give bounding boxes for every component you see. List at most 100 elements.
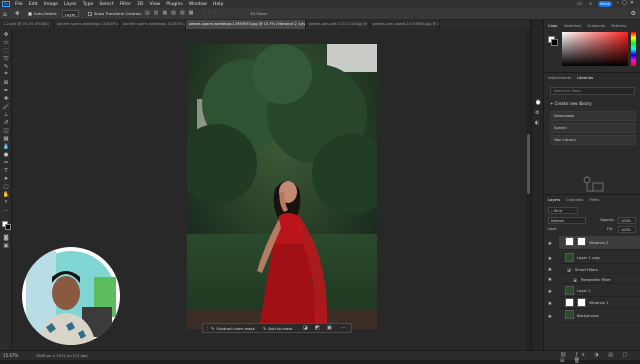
- blend-mode-dropdown[interactable]: Normal: [548, 217, 586, 224]
- eyedropper-tool-icon[interactable]: ✒: [2, 87, 10, 94]
- adjustments-panel-icon[interactable]: ◐: [535, 120, 539, 126]
- document-tab[interactable]: 1-2.psd @ 26.2% (RGB/8): [0, 20, 54, 29]
- lasso-tool-icon[interactable]: ➰: [2, 55, 10, 62]
- clone-stamp-tool-icon[interactable]: ⊥: [2, 111, 10, 118]
- add-to-mask-button[interactable]: ✎ Add to mask: [263, 325, 293, 332]
- document-tab[interactable]: pexels-sparrs-weddings-17654974.jpg @ 15…: [186, 20, 306, 29]
- visibility-eye-icon[interactable]: ◉: [548, 313, 552, 318]
- panel-tab-gradients[interactable]: Gradients: [584, 23, 608, 29]
- subtract-from-mask-button[interactable]: ✎ Subtract from mask: [211, 325, 255, 332]
- library-search-field[interactable]: Search in Stock: [550, 87, 635, 95]
- artboard-tool-icon[interactable]: ▭: [2, 39, 10, 46]
- document-tab[interactable]: paneth sparrs weddings 1135491.jpg @ 12.…: [54, 20, 120, 29]
- document-tab[interactable]: pexels-ajay-pdf-11211318.jpg @ 16.6% (RG…: [306, 20, 370, 29]
- library-item[interactable]: Downloads: [550, 111, 636, 121]
- more-options-button[interactable]: ...: [341, 324, 346, 330]
- layer-row[interactable]: ◉ Layer 1 copy: [548, 252, 640, 264]
- layer-row[interactable]: ◉ Layer 1: [548, 285, 640, 297]
- menu-type[interactable]: Type: [80, 2, 97, 7]
- layer-row[interactable]: ◉ ◪ Smart Filters: [548, 265, 640, 274]
- brush-tool-icon[interactable]: 🖌: [2, 103, 10, 110]
- create-library-button[interactable]: + Create new library: [550, 101, 592, 106]
- type-tool-icon[interactable]: T: [2, 167, 10, 174]
- drag-handle-icon[interactable]: ⋮: [205, 325, 210, 331]
- more-tools-icon[interactable]: ···: [2, 207, 10, 214]
- hand-tool-icon[interactable]: ✋: [2, 191, 10, 198]
- blur-tool-icon[interactable]: 💧: [2, 143, 10, 150]
- layer-row[interactable]: ◉ ◪ Parametric Filter: [548, 275, 640, 284]
- panel-tab-adjustments[interactable]: Adjustments: [545, 75, 574, 81]
- visibility-eye-icon[interactable]: ◉: [548, 267, 552, 272]
- fill-mask-icon[interactable]: ▣: [327, 325, 332, 331]
- transform-checkbox[interactable]: [88, 12, 92, 16]
- menu-3d[interactable]: 3D: [134, 2, 146, 7]
- auto-select-target-dropdown[interactable]: Layer: [62, 10, 79, 17]
- opacity-field[interactable]: 100%: [618, 217, 636, 224]
- visibility-eye-icon[interactable]: ◉: [548, 255, 552, 260]
- document-tab[interactable]: paneth sparrs weddings 1135491.jpg @ 12.…: [120, 20, 186, 29]
- quick-select-tool-icon[interactable]: ✎: [2, 63, 10, 70]
- frame-tool-icon[interactable]: ⊠: [2, 79, 10, 86]
- panel-tab-channels[interactable]: Channels: [563, 197, 586, 203]
- menu-view[interactable]: View: [146, 2, 163, 7]
- menu-window[interactable]: Window: [186, 2, 210, 7]
- search-icon[interactable]: ⌕: [589, 1, 592, 7]
- window-controls[interactable]: –▢✕: [617, 0, 637, 6]
- rectangle-tool-icon[interactable]: ▢: [2, 183, 10, 190]
- color-field[interactable]: [562, 32, 628, 66]
- move-tool-icon[interactable]: ✥: [2, 31, 10, 38]
- menu-layer[interactable]: Layer: [61, 2, 80, 7]
- settings-icon[interactable]: ⚙: [631, 10, 636, 17]
- menu-plugins[interactable]: Plugins: [163, 2, 185, 7]
- layer-mask-thumbnail[interactable]: [577, 237, 586, 246]
- screen-mode-icon[interactable]: ▣: [2, 242, 10, 249]
- panel-tab-color[interactable]: Color: [545, 23, 561, 29]
- panel-tab-layers[interactable]: Layers: [545, 197, 563, 203]
- invert-mask-icon[interactable]: ◩: [315, 325, 320, 331]
- layer-footer-icons[interactable]: ⛓ ƒx ◑ ▤ ▢ ⊞ 🗑: [560, 352, 640, 364]
- kind-filter-dropdown[interactable]: ⌕ Kind: [548, 207, 578, 214]
- scroll-thumb[interactable]: [527, 134, 530, 194]
- fill-field[interactable]: 100%: [618, 226, 636, 233]
- share-button[interactable]: Share: [598, 1, 612, 7]
- visibility-eye-icon[interactable]: ◉: [548, 240, 552, 245]
- panel-tab-swatches[interactable]: Swatches: [561, 23, 585, 29]
- color-bg-swatch[interactable]: [551, 39, 558, 46]
- layer-row[interactable]: ◉ Background: [548, 309, 640, 323]
- menu-filter[interactable]: Filter: [117, 2, 134, 7]
- workspace-icon[interactable]: ▭: [577, 1, 582, 7]
- library-item[interactable]: Sparsh: [550, 123, 636, 133]
- pen-tool-icon[interactable]: ✑: [2, 159, 10, 166]
- library-item[interactable]: Your Library: [550, 135, 636, 145]
- document-tab[interactable]: pexels-sam-xawal-14158958.jpg @ 16.5% (R…: [370, 20, 440, 29]
- document-image[interactable]: [187, 44, 377, 329]
- healing-brush-tool-icon[interactable]: ✚: [2, 95, 10, 102]
- layer-mask-thumbnail[interactable]: [577, 298, 586, 307]
- move-tool-icon[interactable]: ✥: [15, 11, 20, 17]
- visibility-eye-icon[interactable]: ◉: [548, 277, 552, 282]
- gradient-tool-icon[interactable]: ▦: [2, 135, 10, 142]
- menu-file[interactable]: File: [12, 2, 26, 7]
- crop-tool-icon[interactable]: ⌗: [2, 71, 10, 78]
- background-color-swatch[interactable]: [5, 224, 11, 230]
- marquee-tool-icon[interactable]: ⬚: [2, 47, 10, 54]
- document-info[interactable]: 3648 px x 5472 px (72 ppi): [36, 353, 88, 358]
- home-icon[interactable]: ⌂: [3, 11, 7, 18]
- history-panel-icon[interactable]: ⌚: [535, 100, 541, 106]
- align-buttons[interactable]: ▤▥▦▧▨▩ ···: [145, 10, 220, 16]
- dodge-tool-icon[interactable]: ●: [2, 151, 10, 158]
- panel-tab-paths[interactable]: Paths: [586, 197, 602, 203]
- photoshop-logo-icon[interactable]: Ps: [2, 1, 10, 7]
- panel-tab-patterns[interactable]: Patterns: [608, 23, 629, 29]
- properties-panel-icon[interactable]: ⚙: [535, 110, 539, 116]
- path-select-tool-icon[interactable]: ➤: [2, 175, 10, 182]
- menu-select[interactable]: Select: [96, 2, 116, 7]
- zoom-readout[interactable]: 15.67%: [3, 353, 18, 358]
- hue-slider[interactable]: [631, 32, 636, 66]
- panel-tab-libraries[interactable]: Libraries: [574, 75, 596, 81]
- auto-select-checkbox[interactable]: [28, 12, 32, 16]
- menu-image[interactable]: Image: [41, 2, 61, 7]
- layer-row[interactable]: ◉ Vibrance 1: [548, 297, 640, 309]
- mask-options-icon[interactable]: ◪: [303, 325, 308, 331]
- visibility-eye-icon[interactable]: ◉: [548, 300, 552, 305]
